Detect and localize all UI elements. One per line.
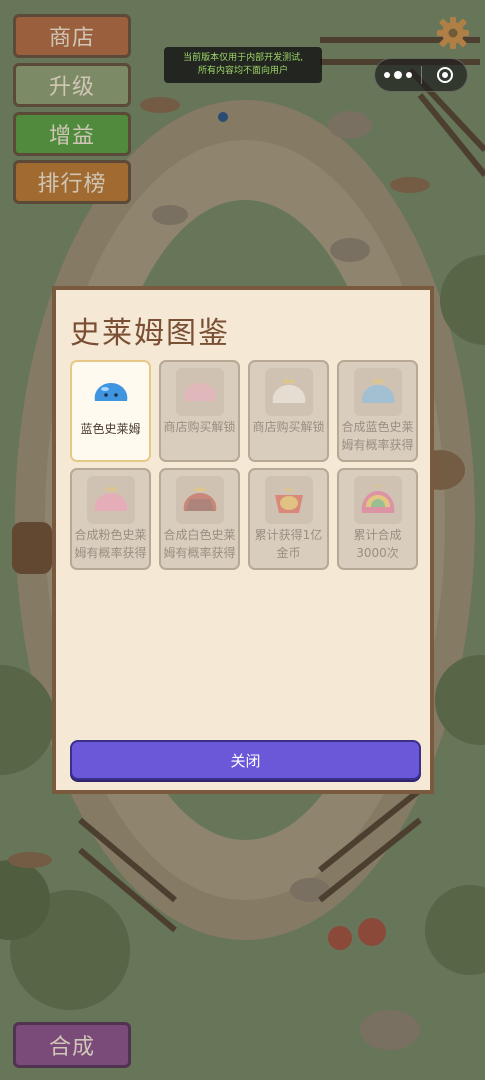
pink-slime-icon xyxy=(175,368,224,416)
slime-card-label: 累计获得1亿金币 xyxy=(254,528,323,560)
crowned-pink-slime-icon xyxy=(86,476,135,524)
slime-card-locked[interactable]: 累计获得1亿金币 xyxy=(248,468,329,570)
caped-slime-icon xyxy=(175,476,224,524)
slime-card-label: 蓝色史莱姆 xyxy=(80,422,141,436)
buff-button[interactable]: 增益 xyxy=(13,112,131,156)
more-options-icon[interactable] xyxy=(375,59,421,91)
slime-card-label: 商店购买解锁 xyxy=(252,420,325,434)
slime-card-locked[interactable]: 合成粉色史莱姆有概率获得 xyxy=(70,468,151,570)
dev-notice-banner: 当前版本仅用于内部开发测试, 所有内容均不面向用户 xyxy=(164,47,322,83)
white-slime-icon xyxy=(264,368,313,416)
rainbow-slime-icon xyxy=(353,476,402,524)
close-button[interactable]: 关闭 xyxy=(70,740,421,780)
slime-card-locked[interactable]: 商店购买解锁 xyxy=(248,360,329,462)
crowned-blue-slime-icon xyxy=(353,368,402,416)
slime-card-grid: 蓝色史莱姆 商店购买解锁 商店购买解锁 合成蓝色史莱姆有概率获得 合成粉色史莱姆… xyxy=(70,360,418,570)
close-miniprogram-icon[interactable] xyxy=(422,67,467,83)
slime-card-locked[interactable]: 累计合成3000次 xyxy=(337,468,418,570)
merge-button[interactable]: 合成 xyxy=(13,1022,131,1068)
upgrade-button[interactable]: 升级 xyxy=(13,63,131,107)
slime-card[interactable]: 蓝色史莱姆 xyxy=(70,360,151,462)
blue-slime-icon xyxy=(87,368,135,416)
slime-card-label: 累计合成3000次 xyxy=(353,528,402,560)
gold-slime-icon xyxy=(264,476,313,524)
slime-card-locked[interactable]: 合成白色史莱姆有概率获得 xyxy=(159,468,240,570)
slime-card-label: 合成粉色史莱姆有概率获得 xyxy=(74,528,147,560)
leaderboard-button[interactable]: 排行榜 xyxy=(13,160,131,204)
slime-collection-modal: 史莱姆图鉴 蓝色史莱姆 商店购买解锁 商店购买解锁 合成蓝色史莱姆有概率获得 合… xyxy=(52,286,434,794)
miniprogram-capsule xyxy=(374,58,468,92)
slime-card-label: 合成白色史莱姆有概率获得 xyxy=(163,528,236,560)
slime-card-locked[interactable]: 合成蓝色史莱姆有概率获得 xyxy=(337,360,418,462)
settings-gear-icon[interactable] xyxy=(436,16,470,50)
modal-title: 史莱姆图鉴 xyxy=(70,316,230,351)
dev-notice-line-2: 所有内容均不面向用户 xyxy=(197,66,288,76)
dev-notice-line-1: 当前版本仅用于内部开发测试, xyxy=(183,53,303,63)
slime-card-locked[interactable]: 商店购买解锁 xyxy=(159,360,240,462)
shop-button[interactable]: 商店 xyxy=(13,14,131,58)
slime-card-label: 合成蓝色史莱姆有概率获得 xyxy=(341,420,414,452)
slime-card-label: 商店购买解锁 xyxy=(163,420,236,434)
